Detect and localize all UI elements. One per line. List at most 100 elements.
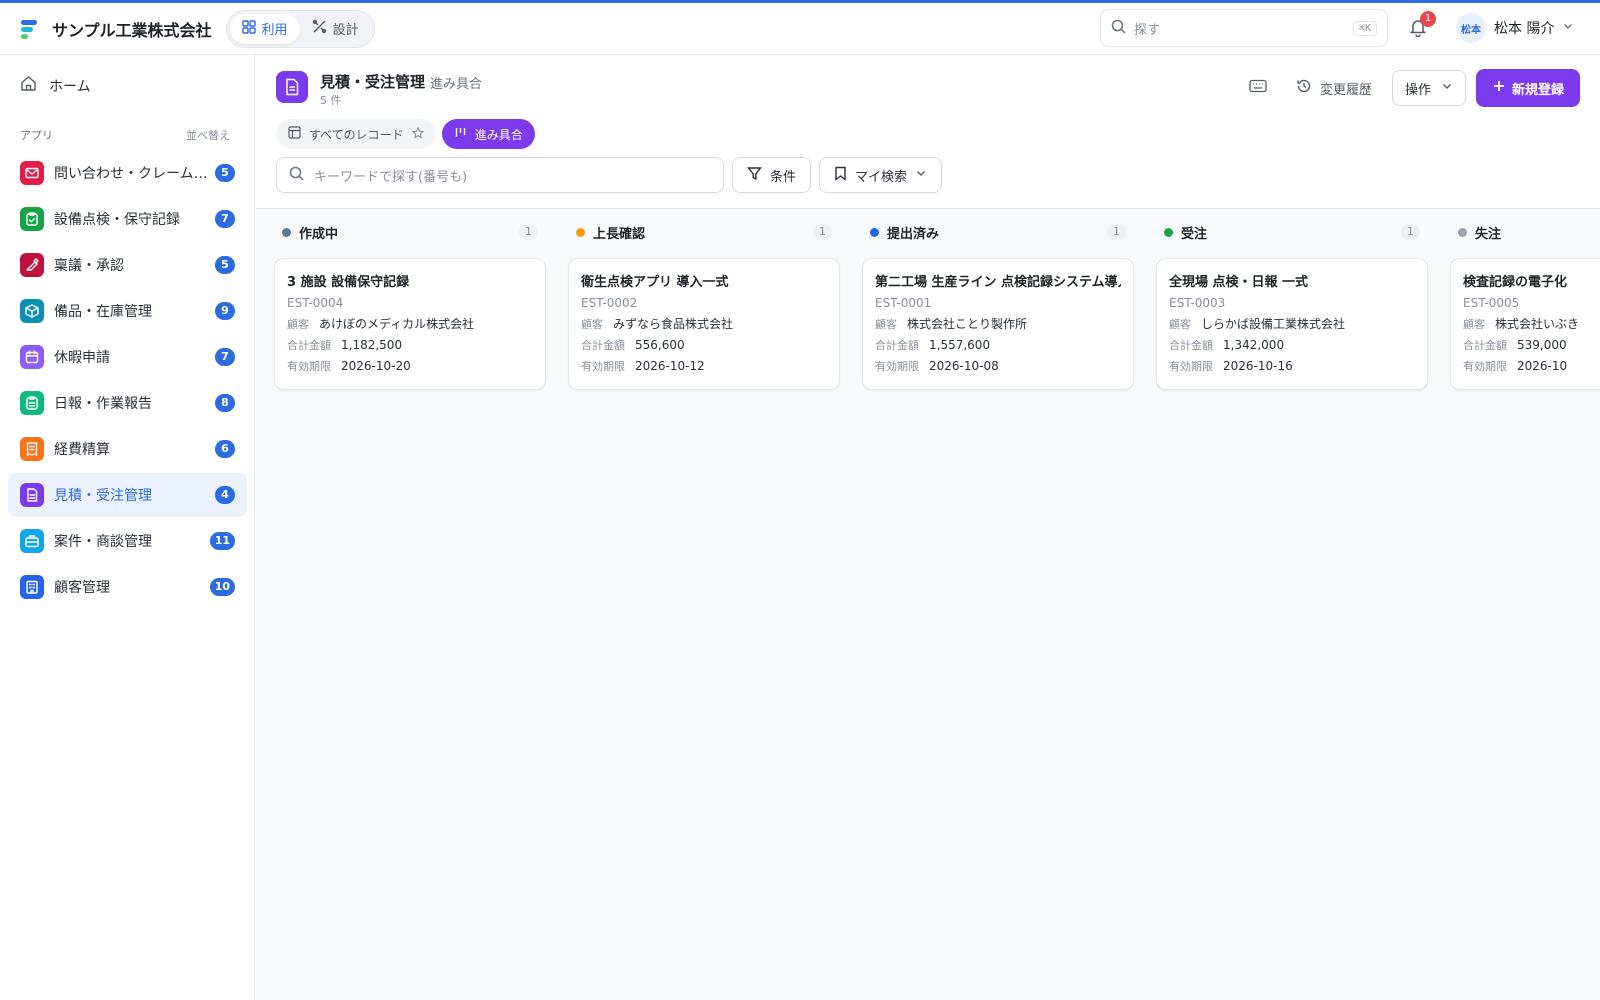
kanban-card[interactable]: 衛生点検アプリ 導入一式 EST-0002 顧客 みずなら食品株式会社 合計金額 556,… <box>568 258 840 390</box>
kanban-card[interactable]: 3 施設 設備保守記録 EST-0004 顧客 あけぼのメディカル株式会社 合計金額 1,… <box>274 258 546 390</box>
sidebar-item-label: 見積・受注管理 <box>54 488 152 504</box>
card-title: 3 施設 設備保守記録 <box>287 275 410 290</box>
sidebar-item-app[interactable]: 設備点検・保守記録 7 <box>8 197 247 241</box>
sidebar-item-app[interactable]: 経費精算 6 <box>8 427 247 471</box>
sidebar-item-app[interactable]: 見積・受注管理 4 <box>8 473 247 517</box>
my-search-dropdown[interactable]: マイ検索 <box>819 157 943 193</box>
card-code: EST-0003 <box>1169 296 1226 310</box>
column-title: 作成中 <box>299 226 339 242</box>
sidebar-item-count-badge: 5 <box>215 164 235 182</box>
card-title: 全現場 点検・日報 一式 <box>1169 275 1309 290</box>
card-expiry: 2026-10-20 <box>341 359 411 373</box>
sort-apps-button[interactable]: 並べ替え <box>186 127 230 143</box>
sidebar-item-label: 日報・作業報告 <box>54 396 152 412</box>
plus-icon <box>1492 79 1506 97</box>
card-amount: 556,600 <box>635 338 685 352</box>
card-field-label: 合計金額 <box>581 339 625 352</box>
user-name: 松本 陽介 <box>1494 21 1555 37</box>
mode-use-button[interactable]: 利用 <box>229 13 300 44</box>
tab-progress[interactable]: 進み具合 <box>441 119 535 149</box>
card-customer-row: 顧客 株式会社ことり製作所 <box>875 315 1121 332</box>
current-view-name: 進み具合 <box>430 77 483 92</box>
card-customer: みずなら食品株式会社 <box>613 317 734 331</box>
receipt-icon <box>20 437 44 461</box>
change-history-button[interactable]: 変更履歴 <box>1286 70 1382 106</box>
sidebar-item-app[interactable]: 稟議・承認 5 <box>8 243 247 287</box>
sidebar-item-count-badge: 8 <box>215 394 235 412</box>
sidebar-item-app[interactable]: 問い合わせ・クレーム管理 5 <box>8 151 247 195</box>
card-title: 検査記録の電子化 <box>1463 275 1568 290</box>
document-icon <box>276 71 308 103</box>
building-icon <box>20 575 44 599</box>
card-field-label: 顧客 <box>581 318 603 331</box>
sidebar-item-label: 設備点検・保守記録 <box>54 212 180 228</box>
condition-filter-button[interactable]: 条件 <box>732 157 812 193</box>
new-record-button[interactable]: 新規登録 <box>1475 69 1580 107</box>
column-header: 提出済み 1 <box>862 210 1134 254</box>
mode-switch: 利用 設計 <box>225 9 375 48</box>
card-customer: あけぼのメディカル株式会社 <box>319 317 475 331</box>
sidebar-item-label: 経費精算 <box>54 442 110 458</box>
notifications-button[interactable]: 1 <box>1408 11 1436 39</box>
document-icon <box>20 483 44 507</box>
clipboard-icon <box>20 391 44 415</box>
card-title: 衛生点検アプリ 導入一式 <box>581 275 729 290</box>
sidebar-item-count-badge: 7 <box>215 348 235 366</box>
mode-design-button[interactable]: 設計 <box>300 14 371 44</box>
column-count: 1 <box>519 224 538 240</box>
star-icon[interactable] <box>411 126 425 142</box>
column-count: 1 <box>1401 224 1420 240</box>
change-history-label: 変更履歴 <box>1319 82 1372 98</box>
mail-icon <box>20 161 44 185</box>
operations-dropdown[interactable]: 操作 <box>1391 70 1466 106</box>
box-icon <box>20 299 44 323</box>
card-amount: 1,557,600 <box>929 338 991 352</box>
sidebar-item-app[interactable]: 案件・商談管理 11 <box>8 519 247 563</box>
keyword-search-input[interactable]: キーワードで探す(番号も) <box>276 157 724 193</box>
company-logo-icon[interactable] <box>20 18 40 40</box>
card-title: 第二工場 生産ライン 点検記録システム導入 <box>875 275 1121 290</box>
user-menu[interactable]: 松本 松本 陽介 <box>1456 13 1574 43</box>
keyboard-shortcuts-button[interactable] <box>1240 70 1276 106</box>
tab-all-records[interactable]: すべてのレコード <box>276 119 436 149</box>
sidebar-item-count-badge: 9 <box>215 302 235 320</box>
kanban-card[interactable]: 検査記録の電子化 EST-0005 顧客 株式会社いぶき 合計金額 539,000 有効期限… <box>1450 258 1600 390</box>
card-expiry: 2026-10-12 <box>635 359 705 373</box>
sidebar-item-count-badge: 10 <box>209 578 235 596</box>
home-label: ホーム <box>49 78 91 95</box>
card-amount: 1,342,000 <box>1223 338 1285 352</box>
kanban-board: 作成中 1 3 施設 設備保守記録 EST-0004 顧客 あけぼのメディカル株式会社 合計… <box>256 210 1600 1000</box>
app-nav-list: 問い合わせ・クレーム管理 5 設備点検・保守記録 7 稟議・承認 5 備品・在庫管理 9 休暇申… <box>8 151 247 611</box>
sidebar-item-home[interactable]: ホーム <box>20 75 91 96</box>
status-dot <box>870 227 879 237</box>
history-icon <box>1296 78 1312 98</box>
column-title: 失注 <box>1475 226 1502 242</box>
chevron-down-icon <box>1562 20 1574 36</box>
chevron-down-icon <box>915 167 927 183</box>
global-search-input[interactable]: 探す ⌘K <box>1100 9 1388 47</box>
card-expiry-row: 有効期限 2026-10-08 <box>875 358 1121 374</box>
sidebar-item-app[interactable]: 日報・作業報告 8 <box>8 381 247 425</box>
sidebar-item-app[interactable]: 顧客管理 10 <box>8 565 247 609</box>
status-dot <box>576 227 585 237</box>
company-name: サンプル工業株式会社 <box>52 20 212 40</box>
sidebar-item-app[interactable]: 休暇申請 7 <box>8 335 247 379</box>
apps-heading: アプリ <box>20 129 53 142</box>
record-count: 5 件 <box>320 94 342 107</box>
card-expiry: 2026-10-16 <box>1223 359 1293 373</box>
column-title: 受注 <box>1181 226 1208 242</box>
column-title: 上長確認 <box>593 226 646 242</box>
card-customer-row: 顧客 株式会社いぶき <box>1463 315 1600 332</box>
search-shortcut-hint: ⌘K <box>1352 20 1377 36</box>
kanban-card[interactable]: 第二工場 生産ライン 点検記録システム導入 EST-0001 顧客 株式会社ことり製作… <box>862 258 1134 390</box>
card-customer-row: 顧客 みずなら食品株式会社 <box>581 315 827 332</box>
card-customer-row: 顧客 あけぼのメディカル株式会社 <box>287 315 533 332</box>
card-customer-row: 顧客 しらかば設備工業株式会社 <box>1169 315 1415 332</box>
kanban-card[interactable]: 全現場 点検・日報 一式 EST-0003 顧客 しらかば設備工業株式会社 合計金額 1,… <box>1156 258 1428 390</box>
kanban-column: 上長確認 1 衛生点検アプリ 導入一式 EST-0002 顧客 みずなら食品株式会社 合計金… <box>568 210 840 390</box>
sidebar-item-app[interactable]: 備品・在庫管理 9 <box>8 289 247 333</box>
notification-count-badge: 1 <box>1420 11 1436 27</box>
tab-all-records-label: すべてのレコード <box>309 127 404 142</box>
card-customer: しらかば設備工業株式会社 <box>1201 317 1346 331</box>
card-expiry-row: 有効期限 2026-10-16 <box>1169 358 1415 374</box>
